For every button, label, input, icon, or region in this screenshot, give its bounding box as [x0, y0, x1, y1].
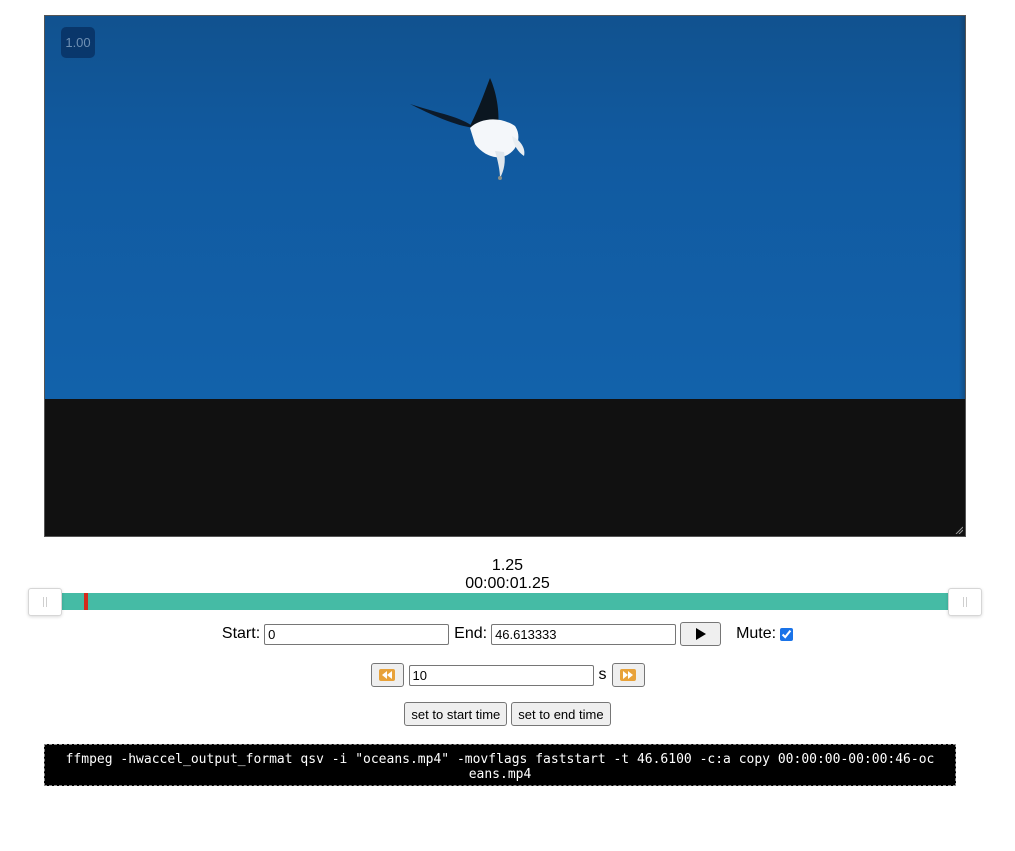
gannet-bird-image	[410, 78, 525, 180]
resize-grip-icon[interactable]	[955, 526, 963, 534]
mute-checkbox[interactable]	[780, 627, 794, 641]
rewind-icon	[379, 669, 395, 681]
seek-unit-label: s	[598, 666, 607, 683]
video-frame: 1.00	[45, 16, 965, 399]
start-label: Start:	[221, 625, 261, 642]
mute-label: Mute:	[736, 625, 777, 642]
current-timecode: 00:00:01.25	[465, 575, 550, 592]
set-end-time-button[interactable]: set to end time	[511, 702, 611, 726]
seek-controls: s	[0, 663, 1015, 687]
seek-forward-button[interactable]	[611, 663, 645, 687]
seek-step-input[interactable]	[408, 664, 594, 686]
current-seconds: 1.25	[491, 557, 524, 574]
timeline-track[interactable]	[62, 593, 948, 610]
play-icon	[695, 628, 706, 640]
range-end-handle[interactable]	[948, 588, 982, 616]
playback-rate-badge: 1.00	[61, 27, 95, 58]
playhead-marker[interactable]	[84, 593, 88, 610]
ffmpeg-command-output: ffmpeg -hwaccel_output_format qsv -i "oc…	[44, 744, 956, 786]
seek-back-button[interactable]	[370, 663, 404, 687]
set-time-controls: set to start time set to end time	[0, 702, 1015, 726]
end-time-input[interactable]	[491, 623, 677, 645]
range-controls: Start: End: Mute:	[0, 622, 1015, 646]
start-time-input[interactable]	[264, 623, 450, 645]
end-label: End:	[454, 625, 488, 642]
video-player[interactable]: 1.00	[44, 15, 966, 537]
fast-forward-icon	[620, 669, 636, 681]
set-start-time-button[interactable]: set to start time	[404, 702, 508, 726]
play-button[interactable]	[680, 622, 722, 646]
range-start-handle[interactable]	[28, 588, 62, 616]
